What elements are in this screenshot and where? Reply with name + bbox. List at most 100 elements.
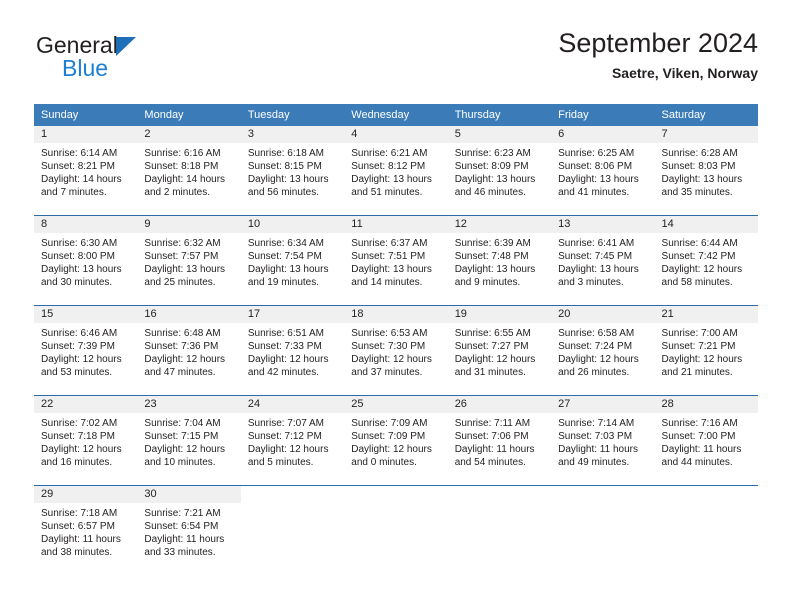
day-sun-info: Sunrise: 6:30 AM Sunset: 8:00 PM Daylight:… [34, 233, 137, 289]
sunrise-time: Sunrise: 7:00 AM [661, 328, 738, 339]
calendar-week-cells: 29 Sunrise: 7:18 AM Sunset: 6:57 PM Dayligh… [34, 486, 758, 575]
daylight-duration-line2: and 44 minutes. [661, 457, 733, 468]
calendar-week-row: 29 Sunrise: 7:18 AM Sunset: 6:57 PM Dayligh… [34, 485, 758, 575]
sunrise-time: Sunrise: 7:07 AM [247, 418, 324, 429]
day-sun-info: Sunrise: 6:28 AM Sunset: 8:03 PM Daylight:… [655, 143, 758, 199]
calendar-day-cell[interactable]: 23 Sunrise: 7:04 AM Sunset: 7:15 PM Dayligh… [137, 396, 241, 485]
daylight-duration-line1: Daylight: 12 hours [247, 444, 329, 455]
daylight-duration-line1: Daylight: 12 hours [41, 354, 122, 365]
calendar-day-cell[interactable]: 1 Sunrise: 6:14 AM Sunset: 8:21 PM Daylight… [34, 126, 138, 215]
day-number-band: 16 [137, 306, 241, 323]
calendar-day-cell[interactable]: 24 Sunrise: 7:07 AM Sunset: 7:12 PM Dayligh… [240, 396, 345, 485]
calendar-day-cell[interactable]: 29 Sunrise: 7:18 AM Sunset: 6:57 PM Dayligh… [34, 486, 138, 575]
day-number: 9 [144, 218, 151, 230]
day-number: 3 [247, 128, 254, 140]
day-number-band: 25 [344, 396, 448, 413]
calendar-day-cell[interactable]: 16 Sunrise: 6:48 AM Sunset: 7:36 PM Dayligh… [137, 306, 241, 395]
sunrise-time: Sunrise: 7:16 AM [661, 418, 738, 429]
calendar-day-cell[interactable]: 18 Sunrise: 6:53 AM Sunset: 7:30 PM Dayligh… [344, 306, 448, 395]
calendar-day-cell[interactable]: 26 Sunrise: 7:11 AM Sunset: 7:06 PM Dayligh… [447, 396, 552, 485]
calendar-day-cell[interactable]: 8 Sunrise: 6:30 AM Sunset: 8:00 PM Daylight… [34, 216, 138, 305]
daylight-duration-line1: Daylight: 13 hours [144, 264, 226, 275]
daylight-duration-line1: Daylight: 14 hours [144, 174, 226, 185]
weekday-header-tuesday: Tuesday [247, 109, 290, 121]
daylight-duration-line1: Daylight: 13 hours [558, 174, 639, 185]
day-number: 28 [661, 398, 674, 410]
day-sun-info: Sunrise: 6:53 AM Sunset: 7:30 PM Daylight:… [344, 323, 447, 379]
day-number-band: 18 [344, 306, 448, 323]
calendar-day-cell[interactable]: 25 Sunrise: 7:09 AM Sunset: 7:09 PM Dayligh… [344, 396, 448, 485]
daylight-duration-line2: and 14 minutes. [351, 277, 423, 288]
sunrise-time: Sunrise: 6:55 AM [454, 328, 531, 339]
daylight-duration-line1: Daylight: 11 hours [144, 534, 225, 545]
page-subtitle-location: Saetre, Viken, Norway [611, 65, 758, 81]
daylight-duration-line2: and 0 minutes. [351, 457, 417, 468]
day-sun-info: Sunrise: 6:55 AM Sunset: 7:27 PM Daylight:… [448, 323, 551, 379]
sunset-time: Sunset: 7:30 PM [351, 341, 426, 352]
calendar-day-cell[interactable]: 13 Sunrise: 6:41 AM Sunset: 7:45 PM Dayligh… [551, 216, 655, 305]
calendar-day-cell[interactable]: 7 Sunrise: 6:28 AM Sunset: 8:03 PM Daylight… [654, 126, 758, 215]
weekday-header-row: Sunday Monday Tuesday Wednesday Thursday… [34, 104, 758, 126]
daylight-duration-line1: Daylight: 12 hours [661, 264, 743, 275]
calendar-week-cells: 1 Sunrise: 6:14 AM Sunset: 8:21 PM Daylight… [34, 126, 758, 215]
day-number-band: 2 [137, 126, 241, 143]
calendar-day-cell[interactable]: 17 Sunrise: 6:51 AM Sunset: 7:33 PM Dayligh… [240, 306, 345, 395]
daylight-duration-line2: and 47 minutes. [144, 367, 216, 378]
sunset-time: Sunset: 7:54 PM [247, 251, 322, 262]
daylight-duration-line1: Daylight: 11 hours [454, 444, 535, 455]
calendar-day-cell[interactable]: 28 Sunrise: 7:16 AM Sunset: 7:00 PM Dayligh… [654, 396, 758, 485]
calendar-day-cell-empty [447, 486, 552, 575]
calendar-day-cell[interactable]: 21 Sunrise: 7:00 AM Sunset: 7:21 PM Dayligh… [654, 306, 758, 395]
daylight-duration-line1: Daylight: 12 hours [351, 444, 432, 455]
daylight-duration-line2: and 33 minutes. [144, 547, 216, 558]
calendar-day-cell[interactable]: 20 Sunrise: 6:58 AM Sunset: 7:24 PM Dayligh… [551, 306, 655, 395]
day-number: 14 [661, 218, 674, 230]
calendar-day-cell[interactable]: 5 Sunrise: 6:23 AM Sunset: 8:09 PM Daylight… [447, 126, 552, 215]
daylight-duration-line1: Daylight: 12 hours [558, 354, 639, 365]
calendar-day-cell[interactable]: 2 Sunrise: 6:16 AM Sunset: 8:18 PM Daylight… [137, 126, 241, 215]
brand-logo[interactable]: General Blue [34, 32, 264, 88]
sunset-time: Sunset: 7:27 PM [454, 341, 529, 352]
day-number: 26 [454, 398, 467, 410]
calendar-day-cell[interactable]: 27 Sunrise: 7:14 AM Sunset: 7:03 PM Dayligh… [551, 396, 655, 485]
weekday-header-monday: Monday [144, 109, 184, 121]
sunset-time: Sunset: 7:21 PM [661, 341, 736, 352]
daylight-duration-line2: and 5 minutes. [247, 457, 314, 468]
daylight-duration-line1: Daylight: 13 hours [41, 264, 122, 275]
calendar-day-cell[interactable]: 22 Sunrise: 7:02 AM Sunset: 7:18 PM Dayligh… [34, 396, 138, 485]
calendar-day-cell-empty [240, 486, 345, 575]
sunset-time: Sunset: 7:06 PM [454, 431, 529, 442]
calendar-day-cell[interactable]: 30 Sunrise: 7:21 AM Sunset: 6:54 PM Dayligh… [137, 486, 241, 575]
calendar-day-cell[interactable]: 4 Sunrise: 6:21 AM Sunset: 8:12 PM Daylight… [344, 126, 448, 215]
day-sun-info: Sunrise: 6:46 AM Sunset: 7:39 PM Daylight:… [34, 323, 137, 379]
calendar-day-cell[interactable]: 15 Sunrise: 6:46 AM Sunset: 7:39 PM Dayligh… [34, 306, 138, 395]
calendar-day-cell[interactable]: 9 Sunrise: 6:32 AM Sunset: 7:57 PM Daylight… [137, 216, 241, 305]
daylight-duration-line1: Daylight: 13 hours [454, 264, 536, 275]
sunrise-time: Sunrise: 6:48 AM [144, 328, 221, 339]
day-sun-info: Sunrise: 7:09 AM Sunset: 7:09 PM Daylight:… [344, 413, 447, 469]
day-number: 29 [41, 488, 54, 500]
calendar-day-cell[interactable]: 12 Sunrise: 6:39 AM Sunset: 7:48 PM Dayligh… [447, 216, 552, 305]
daylight-duration-line1: Daylight: 13 hours [351, 264, 432, 275]
calendar-day-cell[interactable]: 19 Sunrise: 6:55 AM Sunset: 7:27 PM Dayligh… [447, 306, 552, 395]
calendar-day-cell[interactable]: 14 Sunrise: 6:44 AM Sunset: 7:42 PM Dayligh… [654, 216, 758, 305]
calendar-day-cell[interactable]: 6 Sunrise: 6:25 AM Sunset: 8:06 PM Daylight… [551, 126, 655, 215]
calendar-day-cell[interactable]: 3 Sunrise: 6:18 AM Sunset: 8:15 PM Daylight… [240, 126, 345, 215]
sunrise-time: Sunrise: 6:46 AM [41, 328, 118, 339]
day-sun-info: Sunrise: 7:11 AM Sunset: 7:06 PM Daylight:… [448, 413, 551, 469]
title-block: September 2024 Saetre, Viken, Norway [558, 26, 758, 83]
sunrise-time: Sunrise: 6:37 AM [351, 238, 428, 249]
daylight-duration-line2: and 30 minutes. [41, 277, 113, 288]
day-sun-info: Sunrise: 7:07 AM Sunset: 7:12 PM Daylight:… [241, 413, 344, 469]
daylight-duration-line2: and 21 minutes. [661, 367, 733, 378]
calendar-day-cell[interactable]: 10 Sunrise: 6:34 AM Sunset: 7:54 PM Dayligh… [240, 216, 345, 305]
day-number-band: 5 [447, 126, 552, 143]
day-number: 16 [144, 308, 157, 320]
day-number: 2 [144, 128, 151, 140]
daylight-duration-line2: and 2 minutes. [144, 187, 211, 198]
calendar-week-row: 1 Sunrise: 6:14 AM Sunset: 8:21 PM Daylight… [34, 126, 758, 215]
sunrise-time: Sunrise: 6:41 AM [558, 238, 635, 249]
sunrise-time: Sunrise: 6:58 AM [558, 328, 635, 339]
day-number-band: 1 [34, 126, 138, 143]
calendar-day-cell[interactable]: 11 Sunrise: 6:37 AM Sunset: 7:51 PM Dayligh… [344, 216, 448, 305]
